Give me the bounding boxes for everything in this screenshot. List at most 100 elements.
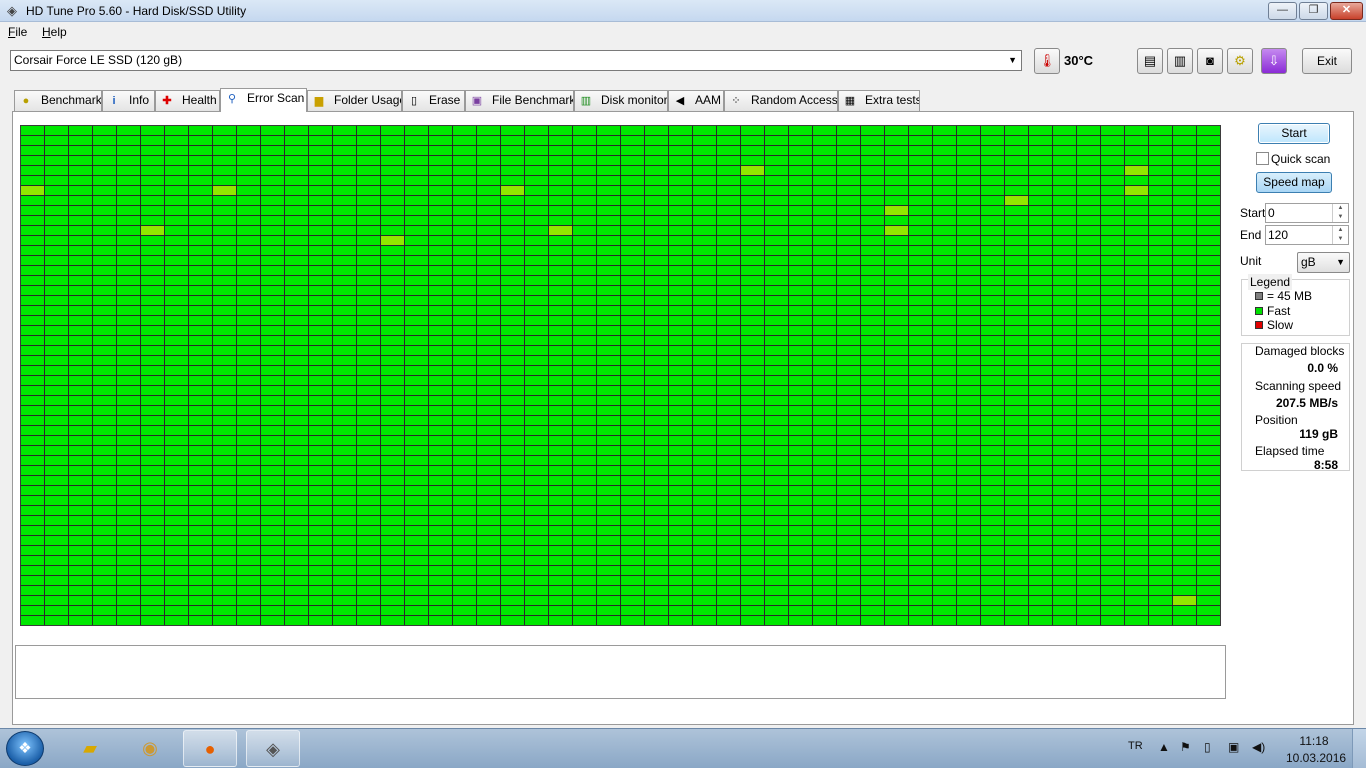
window-title: HD Tune Pro 5.60 - Hard Disk/SSD Utility (26, 4, 247, 18)
windows-explorer-icon: ▰ (83, 738, 97, 758)
save-button[interactable]: ⇩ (1261, 48, 1287, 74)
tab-label: Random Access (751, 93, 838, 107)
hdtune-icon: ◈ (266, 739, 280, 759)
chevron-down-icon: ▼ (1008, 55, 1017, 65)
tab-label: Info (129, 93, 150, 107)
device-icon[interactable]: ▯ (1204, 740, 1211, 754)
tab-extra-tests[interactable]: ▦ Extra tests (838, 90, 920, 111)
trash-icon: ▯ (410, 95, 418, 107)
action-center-flag-icon[interactable]: ⚑ (1180, 740, 1191, 754)
volume-icon[interactable]: ◀) (1252, 740, 1265, 754)
legend-swatch-size (1255, 292, 1263, 300)
tab-benchmark[interactable]: ● Benchmark (14, 90, 102, 111)
windows-start-button[interactable]: ❖ (6, 731, 44, 766)
start-value: 0 (1268, 206, 1275, 220)
scan-block (381, 236, 404, 245)
extra-tests-icon: ▦ (844, 95, 856, 107)
minimize-button[interactable]: — (1268, 2, 1297, 20)
quick-scan-checkbox[interactable] (1256, 152, 1269, 165)
legend-swatch-slow (1255, 321, 1263, 329)
scan-block (1173, 596, 1196, 605)
drive-select[interactable]: Corsair Force LE SSD (120 gB) ▼ (10, 50, 1022, 71)
tab-aam[interactable]: ◀ AAM (668, 90, 724, 111)
menu-help[interactable]: Help (42, 24, 67, 40)
start-label: Start (1240, 206, 1266, 220)
start-spinner[interactable]: 0 ▲ ▼ (1265, 203, 1349, 223)
copy-info-button[interactable]: ▥ (1167, 48, 1193, 74)
language-indicator[interactable]: TR (1128, 739, 1143, 753)
unit-value: gB (1301, 255, 1316, 269)
scan-block (885, 206, 908, 215)
tab-folder-usage[interactable]: ▆ Folder Usage (307, 90, 402, 111)
scanning-speed-label: Scanning speed (1255, 379, 1342, 393)
speaker-icon: ◀ (675, 95, 685, 107)
scanning-speed-value: 207.5 MB/s (1275, 396, 1338, 410)
options-button[interactable]: ⚙ (1227, 48, 1253, 74)
camera-icon: ◙ (1206, 53, 1214, 68)
temperature-value: 30°C (1064, 53, 1094, 68)
file-benchmark-icon: ▣ (471, 95, 483, 107)
close-button[interactable]: ✕ (1330, 2, 1363, 20)
thermometer-icon: 🌡 (1034, 48, 1060, 74)
unit-select[interactable]: gB ▼ (1297, 252, 1350, 273)
menu-file[interactable]: File (8, 24, 27, 40)
network-icon[interactable]: ▣ (1228, 740, 1239, 754)
taskbar-firefox[interactable]: ● (183, 730, 237, 767)
end-value: 120 (1268, 228, 1289, 242)
tab-label: Erase (429, 93, 461, 107)
tab-file-benchmark[interactable]: ▣ File Benchmark (465, 90, 574, 111)
tab-label: AAM (695, 93, 722, 107)
legend-fast-label: Fast (1267, 304, 1291, 318)
copy-text-button[interactable]: ▤ (1137, 48, 1163, 74)
random-access-icon: ⁘ (731, 95, 741, 107)
health-icon: ✚ (162, 95, 172, 107)
tab-bar: ● Benchmark i Info ✚ Health ⚲ Error Scan… (12, 88, 1354, 112)
taskbar-hdtune[interactable]: ◈ (246, 730, 300, 767)
spinner-arrows-icon[interactable]: ▲ ▼ (1332, 204, 1348, 222)
tab-label: File Benchmark (492, 93, 574, 107)
damaged-blocks-label: Damaged blocks (1255, 344, 1345, 358)
info-icon: i (112, 95, 116, 107)
tab-disk-monitor[interactable]: ▥ Disk monitor (574, 90, 668, 111)
legend-size-label: = 45 MB (1267, 289, 1313, 303)
show-hidden-icons-icon[interactable]: ▲ (1158, 740, 1170, 754)
scan-block (885, 226, 908, 235)
legend-title: Legend (1248, 274, 1293, 290)
end-spinner[interactable]: 120 ▲ ▼ (1265, 225, 1349, 245)
tab-label: Disk monitor (601, 93, 668, 107)
scan-block (741, 166, 764, 175)
tab-info[interactable]: i Info (102, 90, 155, 111)
spinner-arrows-icon[interactable]: ▲ ▼ (1332, 226, 1348, 244)
scan-block (501, 186, 524, 195)
tab-erase[interactable]: ▯ Erase (402, 90, 465, 111)
copy-info-icon: ▥ (1173, 53, 1187, 68)
tab-health[interactable]: ✚ Health (155, 90, 220, 111)
tab-label: Benchmark (41, 93, 102, 107)
options-icon: ⚙ (1234, 53, 1246, 68)
scan-block (213, 186, 236, 195)
unit-label: Unit (1240, 254, 1262, 268)
disk-monitor-icon: ▥ (580, 95, 592, 107)
start-button[interactable]: Start (1258, 123, 1330, 144)
quick-scan-label[interactable]: Quick scan (1271, 151, 1330, 167)
menu-bar: File Help (0, 23, 1366, 42)
scan-block (1005, 196, 1028, 205)
scan-map (20, 125, 1221, 626)
tab-error-scan[interactable]: ⚲ Error Scan (220, 88, 307, 112)
scan-block (1125, 186, 1148, 195)
legend-slow-label: Slow (1267, 318, 1294, 332)
maximize-button[interactable]: ❐ (1299, 2, 1328, 20)
clock-date[interactable]: 10.03.2016 (1286, 751, 1346, 765)
tab-random-access[interactable]: ⁘ Random Access (724, 90, 838, 111)
screenshot-button[interactable]: ◙ (1197, 48, 1223, 74)
speed-map-button[interactable]: Speed map (1256, 172, 1332, 193)
taskbar-chrome[interactable]: ◉ (123, 730, 177, 767)
windows-logo-icon: ❖ (18, 740, 32, 757)
save-icon: ⇩ (1268, 53, 1280, 68)
exit-button[interactable]: Exit (1302, 48, 1352, 74)
chrome-icon: ◉ (142, 738, 158, 758)
clock-time[interactable]: 11:18 (1299, 734, 1329, 748)
taskbar-explorer[interactable]: ▰ (63, 730, 117, 767)
log-box (15, 645, 1226, 699)
show-desktop-button[interactable] (1352, 729, 1366, 768)
